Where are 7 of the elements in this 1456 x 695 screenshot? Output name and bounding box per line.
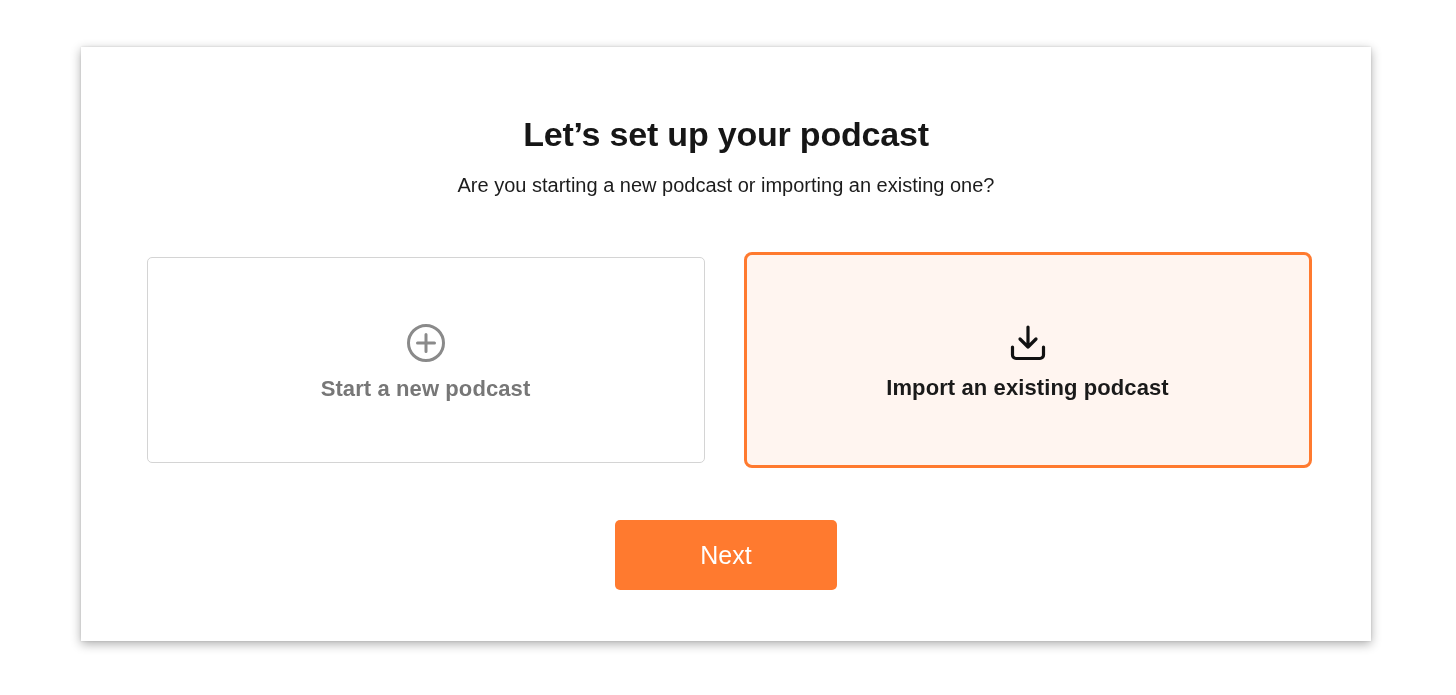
plus-circle-icon xyxy=(406,324,445,362)
option-card[interactable]: Import an existing podcast xyxy=(743,252,1312,468)
next-button[interactable]: Next xyxy=(615,520,837,590)
dialog-subtitle: Are you starting a new podcast or importing an existing one? xyxy=(457,173,995,198)
option-card[interactable]: Start a new podcast xyxy=(146,257,705,463)
download-icon xyxy=(1009,325,1046,361)
dialog-title: Let’s set up your podcast xyxy=(523,114,929,155)
